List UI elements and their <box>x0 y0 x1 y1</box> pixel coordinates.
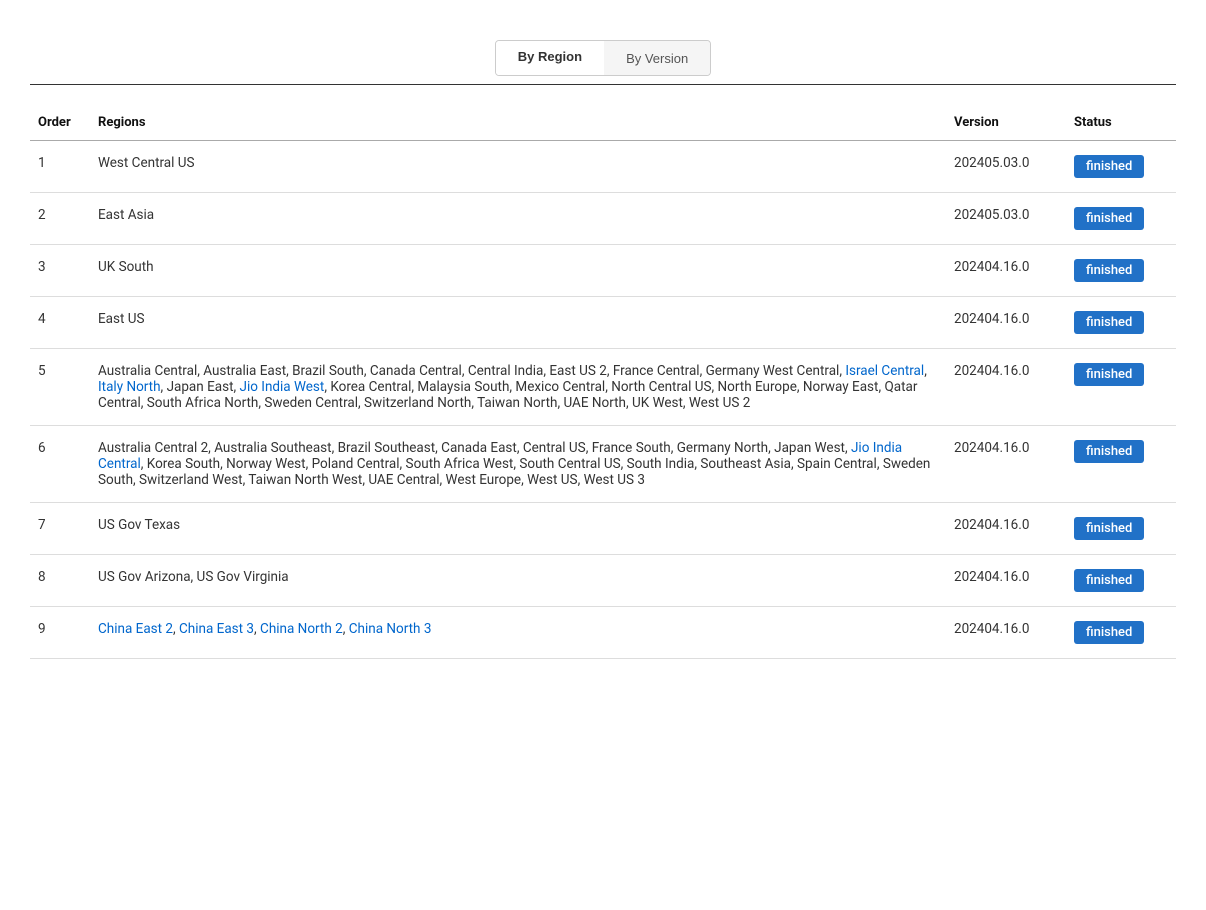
cell-order: 1 <box>30 141 90 193</box>
cell-status: finished <box>1066 297 1176 349</box>
cell-order: 7 <box>30 503 90 555</box>
region-link[interactable]: China East 3 <box>179 621 254 637</box>
cell-status: finished <box>1066 607 1176 659</box>
tabs: By Region By Version <box>495 40 711 76</box>
status-badge: finished <box>1074 207 1144 230</box>
cell-regions: East US <box>90 297 946 349</box>
cell-order: 9 <box>30 607 90 659</box>
cell-status: finished <box>1066 503 1176 555</box>
cell-regions: UK South <box>90 245 946 297</box>
region-link[interactable]: China North 3 <box>349 621 432 637</box>
col-header-status: Status <box>1066 105 1176 141</box>
table-row: 3UK South202404.16.0 finished <box>30 245 1176 297</box>
cell-regions: US Gov Texas <box>90 503 946 555</box>
col-header-regions: Regions <box>90 105 946 141</box>
region-link[interactable]: China East 2 <box>98 621 173 637</box>
table-row: 1West Central US202405.03.0 finished <box>30 141 1176 193</box>
cell-version: 202404.16.0 <box>946 607 1066 659</box>
status-badge: finished <box>1074 311 1144 334</box>
status-badge: finished <box>1074 569 1144 592</box>
cell-version: 202404.16.0 <box>946 245 1066 297</box>
table-row: 4East US202404.16.0 finished <box>30 297 1176 349</box>
cell-version: 202404.16.0 <box>946 349 1066 426</box>
cell-order: 3 <box>30 245 90 297</box>
cell-status: finished <box>1066 245 1176 297</box>
cell-version: 202404.16.0 <box>946 426 1066 503</box>
cell-status: finished <box>1066 193 1176 245</box>
tabs-container: By Region By Version <box>30 40 1176 76</box>
tab-divider <box>30 84 1176 85</box>
cell-regions: China East 2, China East 3, China North … <box>90 607 946 659</box>
region-link[interactable]: Jio India Central <box>98 440 902 472</box>
cell-version: 202404.16.0 <box>946 297 1066 349</box>
cell-order: 2 <box>30 193 90 245</box>
cell-regions: Australia Central, Australia East, Brazi… <box>90 349 946 426</box>
table-header-row: Order Regions Version Status <box>30 105 1176 141</box>
cell-status: finished <box>1066 349 1176 426</box>
region-link[interactable]: Jio India West <box>240 379 325 395</box>
region-link[interactable]: Italy North <box>98 379 161 395</box>
region-link[interactable]: Israel Central <box>845 363 924 379</box>
cell-status: finished <box>1066 141 1176 193</box>
region-link[interactable]: China North 2 <box>260 621 343 637</box>
status-badge: finished <box>1074 517 1144 540</box>
table-row: 9China East 2, China East 3, China North… <box>30 607 1176 659</box>
cell-order: 6 <box>30 426 90 503</box>
release-order-table: Order Regions Version Status 1West Centr… <box>30 105 1176 659</box>
status-badge: finished <box>1074 155 1144 178</box>
cell-regions: US Gov Arizona, US Gov Virginia <box>90 555 946 607</box>
status-badge: finished <box>1074 363 1144 386</box>
col-header-version: Version <box>946 105 1066 141</box>
cell-version: 202405.03.0 <box>946 193 1066 245</box>
cell-regions: West Central US <box>90 141 946 193</box>
col-header-order: Order <box>30 105 90 141</box>
cell-version: 202404.16.0 <box>946 503 1066 555</box>
cell-status: finished <box>1066 426 1176 503</box>
table-row: 5Australia Central, Australia East, Braz… <box>30 349 1176 426</box>
cell-version: 202404.16.0 <box>946 555 1066 607</box>
table-row: 6Australia Central 2, Australia Southeas… <box>30 426 1176 503</box>
status-badge: finished <box>1074 621 1144 644</box>
cell-order: 8 <box>30 555 90 607</box>
status-badge: finished <box>1074 259 1144 282</box>
cell-version: 202405.03.0 <box>946 141 1066 193</box>
cell-regions: East Asia <box>90 193 946 245</box>
cell-order: 4 <box>30 297 90 349</box>
table-row: 7US Gov Texas202404.16.0 finished <box>30 503 1176 555</box>
status-badge: finished <box>1074 440 1144 463</box>
cell-regions: Australia Central 2, Australia Southeast… <box>90 426 946 503</box>
cell-order: 5 <box>30 349 90 426</box>
table-row: 8US Gov Arizona, US Gov Virginia202404.1… <box>30 555 1176 607</box>
cell-status: finished <box>1066 555 1176 607</box>
table-row: 2East Asia202405.03.0 finished <box>30 193 1176 245</box>
tab-by-region[interactable]: By Region <box>496 41 604 75</box>
tab-by-version[interactable]: By Version <box>604 41 710 75</box>
